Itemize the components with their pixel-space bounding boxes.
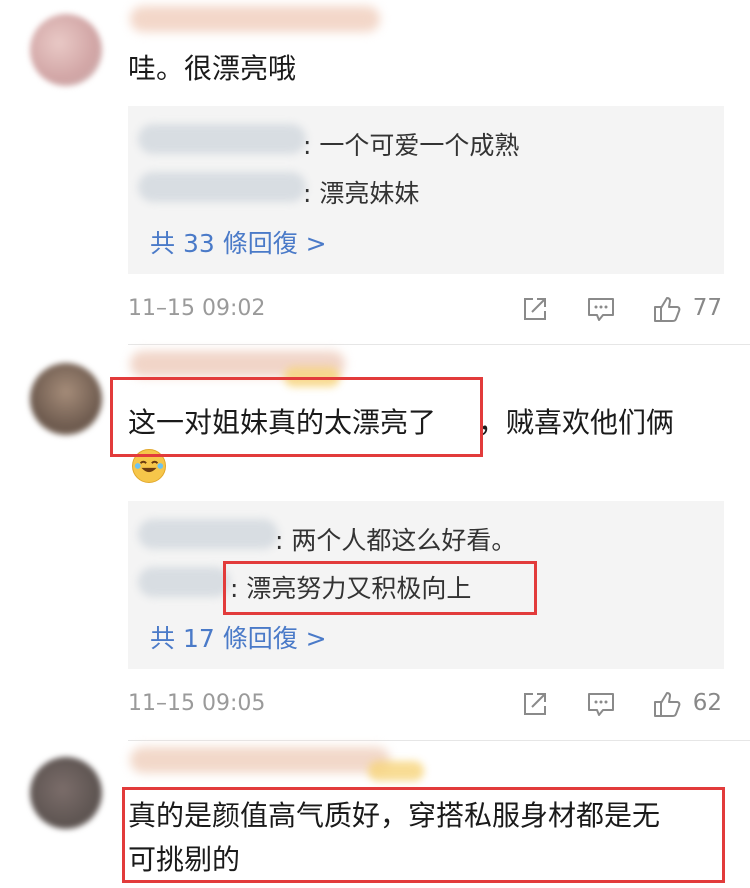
comment-item: 哇。很漂亮哦 : 一个可爱一个成熟 : 漂亮妹妹 共 33 條回復 > 11–1… [0, 0, 750, 345]
username[interactable] [130, 747, 390, 773]
comment-meta: 11–15 09:05 62 [128, 685, 724, 725]
user-badge [368, 761, 424, 781]
highlight-box [122, 787, 725, 883]
reply-username[interactable] [138, 519, 278, 549]
comment-icon[interactable] [586, 689, 616, 719]
comment-text: ，贼喜欢他们俩 [478, 406, 675, 439]
thumbs-up-icon[interactable] [652, 294, 682, 324]
like-count: 77 [692, 295, 722, 321]
reply-text: : 两个人都这么好看。 [275, 526, 517, 555]
timestamp: 11–15 09:02 [128, 296, 266, 321]
avatar[interactable] [30, 363, 102, 435]
avatar[interactable] [30, 14, 102, 86]
highlight-box [110, 377, 483, 457]
reply-username[interactable] [138, 567, 230, 597]
view-replies-link[interactable]: 共 33 條回復 > [150, 224, 327, 260]
share-icon[interactable] [520, 294, 550, 324]
comment-text: 哇。很漂亮哦 [128, 52, 297, 85]
timestamp: 11–15 09:05 [128, 691, 266, 716]
comment-meta: 11–15 09:02 77 [128, 290, 724, 330]
avatar[interactable] [30, 757, 102, 829]
like-count: 62 [692, 690, 722, 716]
reply-username[interactable] [138, 124, 306, 154]
thumbs-up-icon[interactable] [652, 689, 682, 719]
view-replies-link[interactable]: 共 17 條回復 > [150, 619, 327, 655]
reply-text: : 一个可爱一个成熟 [303, 131, 520, 160]
reply-text: : 漂亮妹妹 [303, 179, 420, 208]
reply-username[interactable] [138, 172, 306, 202]
highlight-box [223, 561, 537, 615]
comment-icon[interactable] [586, 294, 616, 324]
username[interactable] [130, 6, 380, 32]
share-icon[interactable] [520, 689, 550, 719]
reply-box[interactable]: : 一个可爱一个成熟 : 漂亮妹妹 共 33 條回復 > [128, 106, 724, 274]
